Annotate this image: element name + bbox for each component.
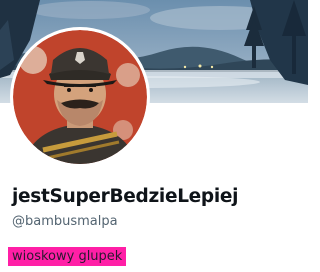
profile-handle: @bambusmalpa: [12, 214, 118, 229]
profile-display-name: jestSuperBedzieLepiej: [12, 186, 239, 207]
profile-bio: wioskowy glupek: [8, 247, 127, 266]
profile-avatar[interactable]: [10, 27, 150, 167]
profile-card: jestSuperBedzieLepiej @bambusmalpa wiosk…: [0, 0, 308, 272]
